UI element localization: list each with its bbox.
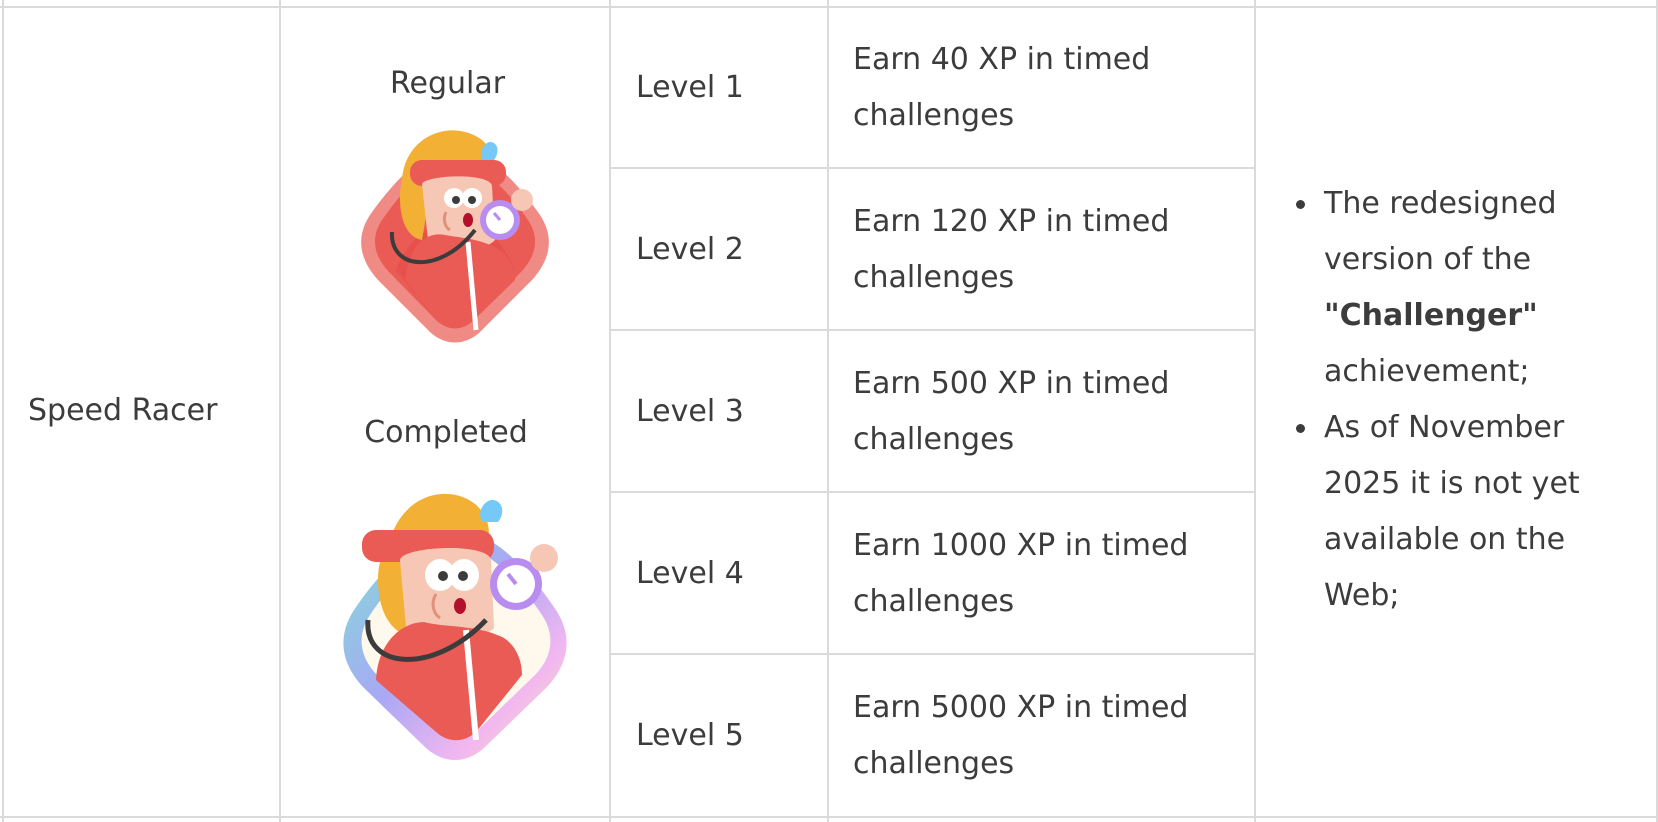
- level-requirement: Earn 5000 XP in timed challenges: [853, 690, 1189, 781]
- challenger-reference: "Challenger": [1324, 298, 1538, 333]
- row-divider: [610, 167, 1254, 169]
- level-requirement: Earn 40 XP in timed challenges: [853, 42, 1151, 133]
- speed-racer-completed-badge-icon: [343, 493, 567, 760]
- speed-racer-regular-badge-icon: [361, 130, 549, 343]
- table-border-left: [2, 0, 4, 822]
- column-divider: [827, 0, 829, 822]
- level-label: Level 3: [636, 394, 744, 429]
- note-item: The redesigned version of the "Challenge…: [1296, 176, 1624, 400]
- level-label: Level 5: [636, 718, 744, 753]
- note-item: As of November 2025 it is not yet availa…: [1296, 400, 1624, 624]
- badge-label-regular: Regular: [390, 66, 506, 101]
- achievement-name: Speed Racer: [28, 393, 218, 428]
- notes-list: The redesigned version of the "Challenge…: [1296, 176, 1624, 624]
- row-divider: [610, 491, 1254, 493]
- table-border-bottom: [0, 816, 1658, 818]
- level-requirement: Earn 1000 XP in timed challenges: [853, 528, 1189, 619]
- achievement-table: Speed Racer Regular Completed Level 1 Ea…: [0, 0, 1658, 822]
- level-requirement: Earn 500 XP in timed challenges: [853, 366, 1170, 457]
- level-label: Level 1: [636, 70, 744, 105]
- badge-label-completed: Completed: [364, 415, 528, 450]
- level-label: Level 4: [636, 556, 744, 591]
- table-border-top: [0, 6, 1658, 8]
- column-divider: [279, 0, 281, 822]
- row-divider: [610, 653, 1254, 655]
- row-divider: [610, 329, 1254, 331]
- column-divider: [609, 0, 611, 822]
- level-requirement: Earn 120 XP in timed challenges: [853, 204, 1170, 295]
- bullet-icon: [1296, 200, 1305, 209]
- level-label: Level 2: [636, 232, 744, 267]
- column-divider: [1254, 0, 1256, 822]
- bullet-icon: [1296, 424, 1305, 433]
